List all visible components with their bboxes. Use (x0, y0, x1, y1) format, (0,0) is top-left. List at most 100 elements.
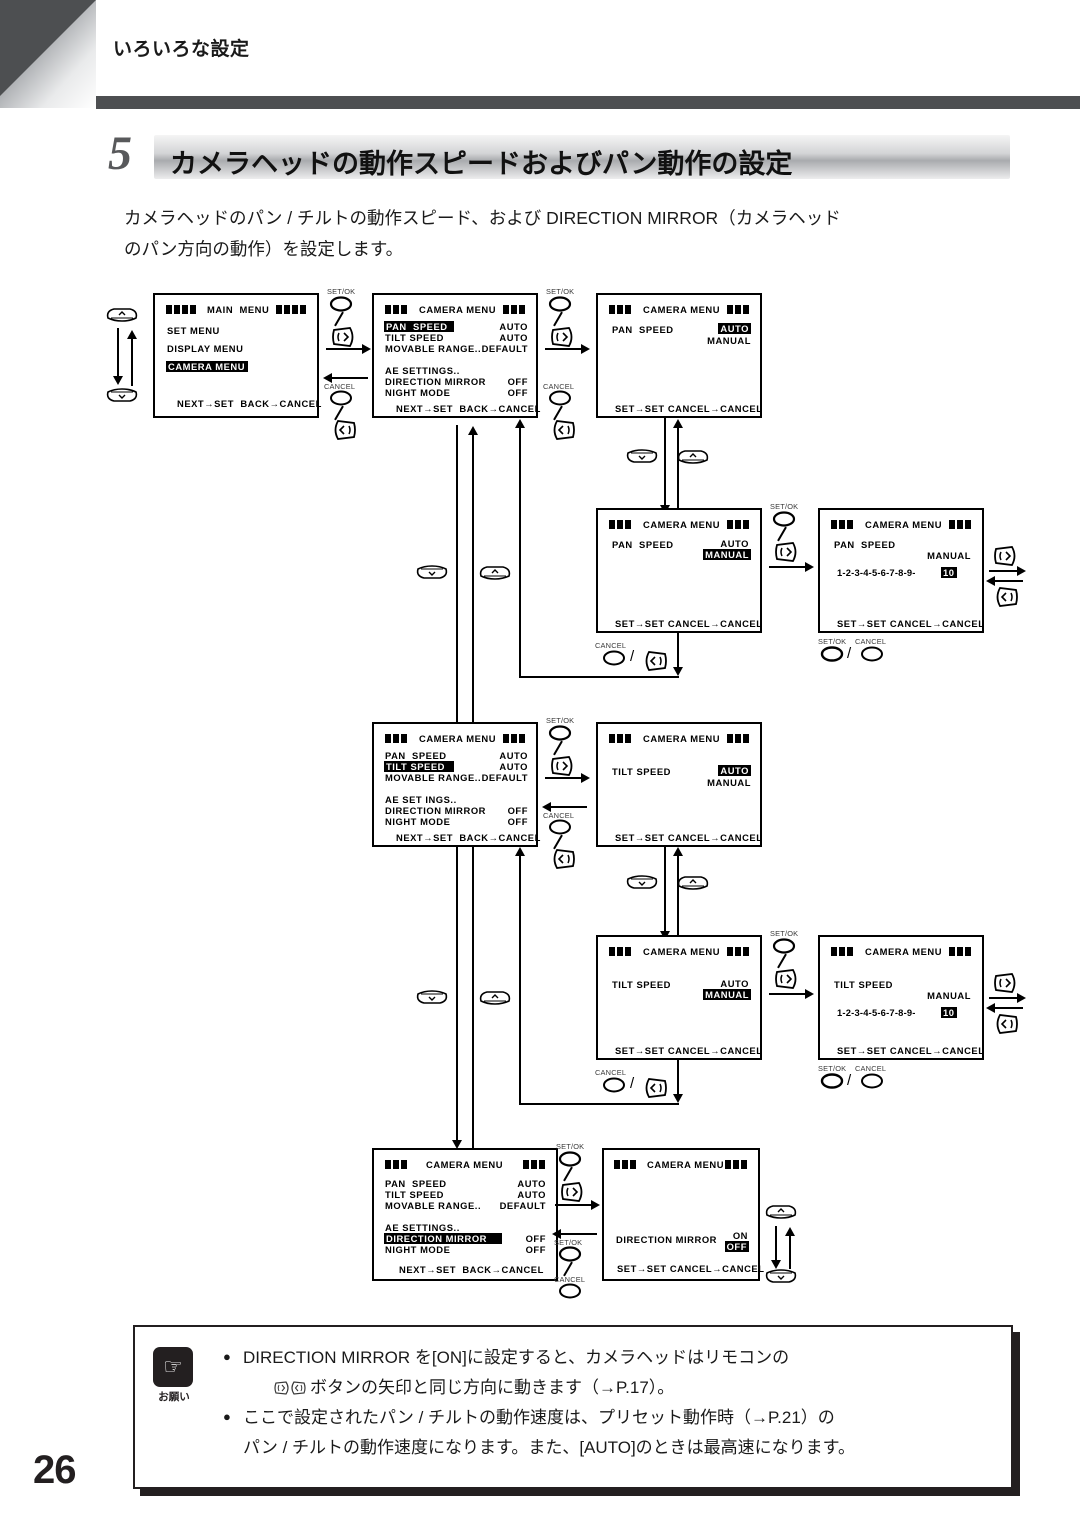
menu-row-tilt-speed-value: AUTO (517, 1189, 546, 1200)
option-manual[interactable]: MANUAL (707, 335, 751, 346)
right-button-3[interactable] (773, 541, 799, 562)
menu-row-direction-mirror[interactable]: DIRECTION MIRROR (385, 376, 486, 387)
mode-manual: MANUAL (927, 550, 971, 561)
speed-scale-selected[interactable]: 10 (941, 567, 957, 578)
menu-row-night-mode[interactable]: NIGHT MODE (385, 387, 450, 398)
screen-tilt-speed-level: CAMERA MENU TILT SPEED MANUAL 1-2-3-4-5-… (818, 935, 984, 1060)
right-button-5[interactable] (549, 755, 575, 776)
cancel-button-6[interactable] (602, 1077, 625, 1093)
cancel-button-5[interactable] (548, 819, 571, 835)
cancel-button-2[interactable] (548, 390, 571, 406)
menu-row-night-mode[interactable]: NIGHT MODE (385, 816, 450, 827)
left-button-3[interactable] (641, 650, 667, 671)
menu-row-pan-speed[interactable]: PAN SPEED (384, 321, 454, 332)
down-button-main[interactable] (105, 388, 139, 403)
set-ok-button-6[interactable] (772, 938, 796, 954)
mode-manual: MANUAL (927, 990, 971, 1001)
down-button-menu-nav-2[interactable] (415, 990, 449, 1005)
menu-item-display-menu[interactable]: DISPLAY MENU (167, 343, 243, 354)
left-button-pan-level[interactable] (992, 586, 1018, 607)
speed-scale[interactable]: 1-2-3-4-5-6-7-8-9- (837, 567, 916, 578)
menu-row-night-mode[interactable]: NIGHT MODE (385, 1244, 450, 1255)
connector (549, 806, 587, 808)
menu-row-pan-speed[interactable]: PAN SPEED (385, 1178, 447, 1189)
option-auto-selected[interactable]: AUTO (718, 323, 751, 334)
menu-row-ae-settings[interactable]: AE SET INGS.. (385, 794, 457, 805)
down-button-menu-nav[interactable] (415, 565, 449, 580)
menu-row-tilt-speed[interactable]: TILT SPEED (385, 332, 444, 343)
menu-row-direction-mirror[interactable]: DIRECTION MIRROR (385, 805, 486, 816)
signal-bars-left (609, 947, 633, 959)
option-on[interactable]: ON (733, 1230, 748, 1241)
right-button-6[interactable] (773, 968, 799, 989)
option-off-selected[interactable]: OFF (724, 1241, 749, 1252)
down-button-mirror[interactable] (764, 1269, 798, 1284)
up-button-menu-nav[interactable] (478, 565, 512, 580)
arrowhead-down (771, 1260, 781, 1269)
menu-item-camera-menu-selected[interactable]: CAMERA MENU (166, 361, 248, 372)
left-button-2[interactable] (549, 419, 575, 440)
signal-bars-left (614, 1160, 638, 1172)
menu-row-tilt-speed-selected[interactable]: TILT SPEED (384, 761, 454, 772)
menu-row-ae-settings[interactable]: AE SETTINGS.. (385, 365, 460, 376)
cancel-button-3[interactable] (602, 650, 625, 666)
menu-row-movable-range[interactable]: MOVABLE RANGE.. (385, 772, 481, 783)
option-auto[interactable]: AUTO (720, 538, 749, 549)
signal-bars-right (276, 305, 308, 317)
down-button-pan[interactable] (625, 449, 659, 464)
set-ok-button-3[interactable] (772, 511, 796, 527)
speed-scale[interactable]: 1-2-3-4-5-6-7-8-9- (837, 1007, 916, 1018)
right-button-tilt-level[interactable] (992, 972, 1018, 993)
set-ok-button-9[interactable] (558, 1246, 582, 1262)
arrowhead-right (805, 562, 814, 572)
note-bullet-2: ● (223, 1409, 231, 1424)
set-ok-button-8[interactable] (558, 1151, 582, 1167)
screen-footer: NEXT→SET BACK→CANCEL (177, 398, 322, 409)
connector (775, 1226, 777, 1262)
menu-row-movable-range[interactable]: MOVABLE RANGE.. (385, 1200, 481, 1211)
set-ok-button-2[interactable] (548, 296, 572, 312)
down-button-tilt[interactable] (625, 875, 659, 890)
set-ok-button-1[interactable] (329, 296, 353, 312)
set-ok-button-5[interactable] (548, 725, 572, 741)
cancel-button-4[interactable] (860, 646, 883, 662)
left-button-tilt-level[interactable] (992, 1013, 1018, 1034)
set-ok-button-7[interactable] (820, 1073, 844, 1089)
option-auto-selected[interactable]: AUTO (718, 765, 751, 776)
up-button-menu-nav-2[interactable] (478, 990, 512, 1005)
option-auto[interactable]: AUTO (720, 978, 749, 989)
left-button-1[interactable] (330, 419, 356, 440)
menu-row-tilt-speed-value: AUTO (499, 761, 528, 772)
menu-row-movable-range[interactable]: MOVABLE RANGE.. (385, 343, 481, 354)
right-button-2[interactable] (549, 326, 575, 347)
signal-bars-left (166, 305, 198, 317)
menu-row-tilt-speed[interactable]: TILT SPEED (385, 1189, 444, 1200)
right-button-pan-level[interactable] (992, 545, 1018, 566)
right-button-1[interactable] (330, 326, 356, 347)
screen-pan-speed-auto: CAMERA MENU PAN SPEED AUTO MANUAL SET→SE… (596, 293, 762, 418)
option-manual-selected[interactable]: MANUAL (703, 989, 751, 1000)
cancel-label: CANCEL (595, 641, 627, 650)
cancel-button-1[interactable] (329, 390, 352, 406)
set-ok-button-4[interactable] (820, 646, 844, 662)
menu-item-set-menu[interactable]: SET MENU (167, 325, 220, 336)
menu-row-direction-mirror-selected[interactable]: DIRECTION MIRROR (384, 1233, 502, 1244)
arrowhead-right (591, 1200, 600, 1210)
signal-bars-right (949, 947, 973, 959)
option-manual[interactable]: MANUAL (707, 777, 751, 788)
cancel-button-9[interactable] (558, 1283, 581, 1299)
left-button-5[interactable] (549, 848, 575, 869)
screen-direction-mirror: CAMERA MENU DIRECTION MIRROR ON OFF SET→… (602, 1148, 764, 1281)
left-button-6[interactable] (641, 1077, 667, 1098)
menu-row-pan-speed[interactable]: PAN SPEED (385, 750, 447, 761)
up-button-main[interactable] (105, 307, 139, 322)
up-button-pan[interactable] (676, 449, 710, 464)
speed-scale-selected[interactable]: 10 (941, 1007, 957, 1018)
up-button-mirror[interactable] (764, 1204, 798, 1219)
cancel-button-7[interactable] (860, 1073, 883, 1089)
menu-row-ae-settings[interactable]: AE SETTINGS.. (385, 1222, 460, 1233)
up-button-tilt[interactable] (676, 875, 710, 890)
option-manual-selected[interactable]: MANUAL (703, 549, 751, 560)
right-button-8[interactable] (559, 1181, 585, 1202)
menu-row-pan-speed-value: AUTO (499, 750, 528, 761)
